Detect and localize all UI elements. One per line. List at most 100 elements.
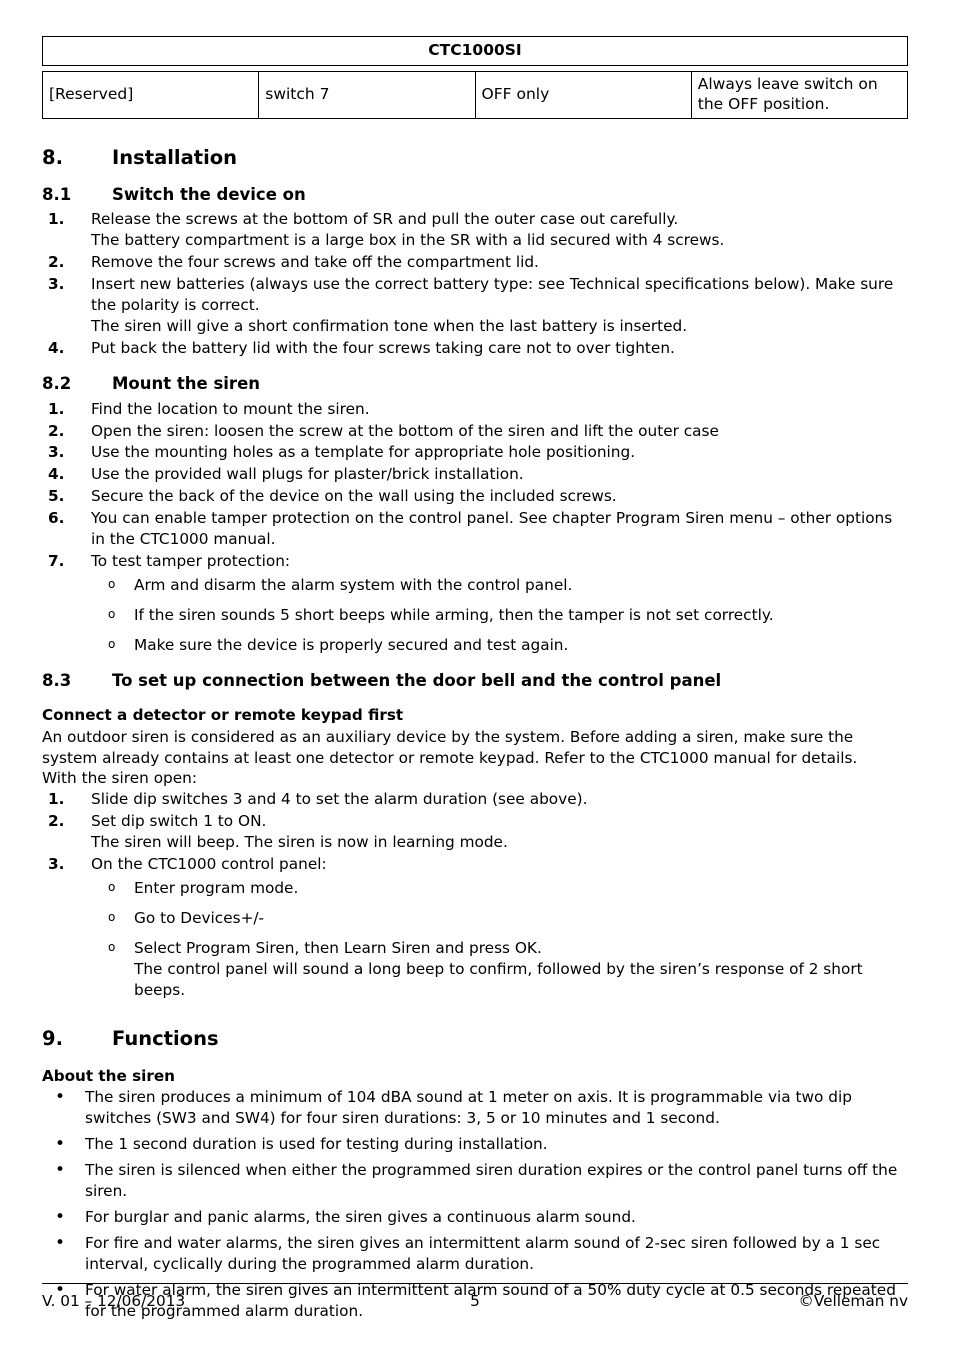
circle-marker-icon: o [108,879,116,894]
bullet-marker-icon: • [55,1233,66,1254]
bullet-item-text: The siren produces a minimum of 104 dBA … [85,1088,852,1128]
sublist-item-text: Arm and disarm the alarm system with the… [134,576,573,595]
table-cell-setting: OFF only [474,71,692,119]
sublist-item-text: Select Program Siren, then Learn Siren a… [134,938,542,957]
table-cell-description: Always leave switch on the OFF position. [690,71,909,119]
list-item-text-continuation: The battery compartment is a large box i… [91,231,725,250]
circle-marker-icon: o [108,577,116,592]
sublist-item-text: If the siren sounds 5 short beeps while … [134,606,774,625]
list-marker: 3. [48,443,65,462]
list-item-text: Open the siren: loosen the screw at the … [91,421,719,440]
bullet-item-text: For burglar and panic alarms, the siren … [85,1208,636,1227]
heading-8-1-number: 8.1 [42,185,72,204]
heading-8-3-number: 8.3 [42,671,72,691]
circle-marker-icon: o [108,637,116,652]
bullet-item: • The siren produces a minimum of 104 dB… [42,1087,908,1129]
sublist-tamper-test: o Arm and disarm the alarm system with t… [91,575,908,656]
heading-8-2-number: 8.2 [42,374,72,394]
list-item: 4. Use the provided wall plugs for plast… [42,464,908,485]
bullet-item: • For burglar and panic alarms, the sire… [42,1207,908,1228]
list-setup-connection: 1. Slide dip switches 3 and 4 to set the… [42,789,908,1001]
subheading-about-the-siren: About the siren [42,1066,175,1085]
table-cell-reserved: [Reserved] [41,71,260,119]
heading-setup-connection: 8.3 To set up connection between the doo… [42,670,908,691]
sublist-item-text: Enter program mode. [134,878,299,897]
bullet-marker-icon: • [55,1160,66,1181]
list-item: 5. Secure the back of the device on the … [42,486,908,507]
list-marker: 1. [48,399,65,418]
switch-settings-table: CTC1000SI [Reserved] switch 7 OFF only A… [41,36,909,119]
list-item-text: Set dip switch 1 to ON. [91,811,267,830]
sublist-item-text-continuation: The control panel will sound a long beep… [134,959,863,999]
document-page: CTC1000SI [Reserved] switch 7 OFF only A… [0,0,954,1354]
footer-copyright: ©Velleman nv [798,1292,909,1310]
sublist-item: o If the siren sounds 5 short beeps whil… [91,605,908,626]
heading-installation: 8. Installation [42,145,908,170]
sublist-control-panel-steps: o Enter program mode. o Go to Devices+/-… [91,878,908,1001]
heading-8-1-title: Switch the device on [112,185,306,204]
sublist-item-text: Make sure the device is properly secured… [134,636,569,655]
list-marker: 2. [48,253,65,272]
circle-marker-icon: o [108,607,116,622]
bullet-item: • The 1 second duration is used for test… [42,1134,908,1155]
table-title-row: CTC1000SI [42,36,908,66]
list-item: 3. Use the mounting holes as a template … [42,442,908,463]
list-item-text: Use the mounting holes as a template for… [91,443,636,462]
list-marker: 7. [48,552,65,571]
list-item-text: Insert new batteries (always use the cor… [91,275,894,315]
list-item: 3. Insert new batteries (always use the … [42,274,908,337]
list-marker: 4. [48,339,65,358]
bullet-item-text: The 1 second duration is used for testin… [85,1135,548,1154]
list-item: 4. Put back the battery lid with the fou… [42,338,908,359]
list-marker: 2. [48,421,65,440]
bullet-marker-icon: • [55,1207,66,1228]
bullet-item-text: The siren is silenced when either the pr… [85,1161,898,1201]
page-footer: V. 01 – 12/06/2013 5 ©Velleman nv [42,1283,908,1310]
bullet-item: • The siren is silenced when either the … [42,1160,908,1202]
list-item: 1. Slide dip switches 3 and 4 to set the… [42,789,908,810]
list-marker: 1. [48,210,65,229]
list-item: 2. Set dip switch 1 to ON. The siren wil… [42,811,908,853]
list-item: 7. To test tamper protection: o Arm and … [42,551,908,656]
sublist-item: o Enter program mode. [91,878,908,899]
list-item-text: Use the provided wall plugs for plaster/… [91,465,524,484]
bullet-marker-icon: • [55,1134,66,1155]
list-marker: 3. [48,854,65,873]
list-item-text: You can enable tamper protection on the … [91,509,893,549]
heading-mount-the-siren: 8.2 Mount the siren [42,373,908,394]
subheading-connect-detector: Connect a detector or remote keypad firs… [42,706,404,725]
list-switch-device-on: 1. Release the screws at the bottom of S… [42,209,908,359]
sublist-item: o Make sure the device is properly secur… [91,635,908,656]
table-cell-switch: switch 7 [258,71,476,119]
list-item-text: Secure the back of the device on the wal… [91,487,617,506]
list-item-text: Put back the battery lid with the four s… [91,339,675,358]
list-item-text: Release the screws at the bottom of SR a… [91,210,679,229]
list-marker: 3. [48,275,65,294]
heading-8-3-title: To set up connection between the door be… [112,671,722,691]
list-marker: 6. [48,509,65,528]
footer-row: V. 01 – 12/06/2013 5 ©Velleman nv [42,1284,908,1310]
heading-installation-title: Installation [112,145,238,169]
list-marker: 4. [48,465,65,484]
list-item: 3. On the CTC1000 control panel: o Enter… [42,854,908,1001]
list-item-text-continuation: The siren will give a short confirmation… [91,317,688,336]
heading-switch-device-on: 8.1 Switch the device on [42,184,908,205]
heading-functions-title: Functions [112,1027,219,1051]
heading-functions: 9. Functions [42,1026,908,1051]
bullet-item: • For fire and water alarms, the siren g… [42,1233,908,1275]
list-item: 6. You can enable tamper protection on t… [42,508,908,550]
list-item-text: On the CTC1000 control panel: [91,854,327,873]
table-row: [Reserved] switch 7 OFF only Always leav… [41,71,909,119]
circle-marker-icon: o [108,939,116,954]
list-item-text: To test tamper protection: [91,552,291,571]
sublist-item: o Arm and disarm the alarm system with t… [91,575,908,596]
paragraph-outdoor-siren: An outdoor siren is considered as an aux… [42,727,858,767]
heading-installation-number: 8. [42,145,63,169]
list-item: 2. Remove the four screws and take off t… [42,252,908,273]
list-marker: 1. [48,789,65,808]
list-marker: 2. [48,811,65,830]
paragraph-with-siren-open: With the siren open: [42,769,198,788]
list-item-text-continuation: The siren will beep. The siren is now in… [91,832,508,851]
bullet-item-text: For fire and water alarms, the siren giv… [85,1234,881,1274]
heading-functions-number: 9. [42,1027,63,1051]
